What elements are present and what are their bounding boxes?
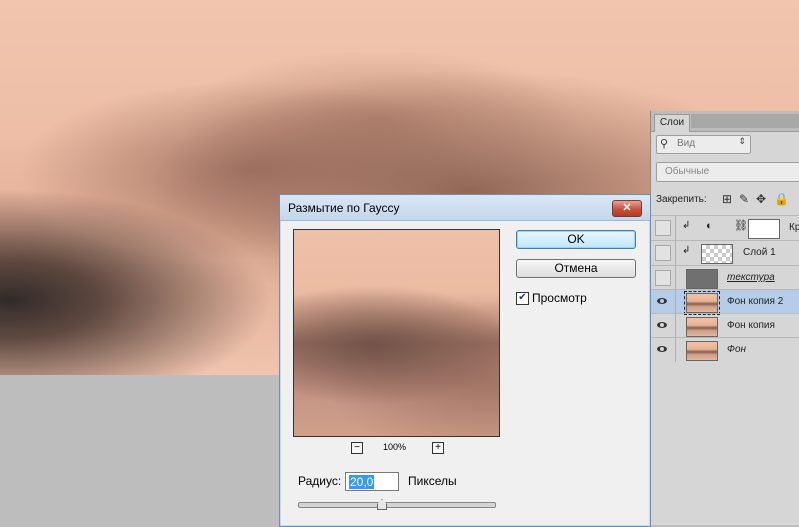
radius-slider[interactable] [298, 499, 496, 510]
visibility-toggle[interactable] [655, 270, 671, 286]
layer-name: Слой 1 [743, 247, 776, 258]
link-icon: ⛓ [734, 220, 748, 232]
gaussian-blur-dialog: Размытие по Гауссу ✕ − 100% + OK Отмена … [279, 194, 651, 527]
dialog-title: Размытие по Гауссу [288, 201, 400, 215]
layer-name: Фон копия 2 [727, 296, 784, 307]
layer-name: Фон [727, 344, 747, 355]
row-divider [675, 338, 676, 362]
tab-layers[interactable]: Слои [654, 114, 690, 132]
row-divider [675, 266, 676, 290]
radius-unit: Пикселы [408, 474, 457, 488]
blend-mode-select[interactable]: Обычные [656, 162, 799, 182]
updown-arrow-icon: ⇕ [738, 136, 746, 146]
dialog-titlebar[interactable]: Размытие по Гауссу ✕ [280, 195, 650, 221]
ok-button[interactable]: OK [516, 230, 636, 249]
adjustment-name: Кр [789, 222, 799, 233]
layer-name: Фон копия [727, 320, 775, 331]
zoom-value: 100% [383, 442, 407, 452]
slider-thumb[interactable] [377, 499, 387, 510]
search-icon: ⚲ [660, 138, 669, 150]
layer-row[interactable]: текстура [651, 265, 799, 290]
row-divider [675, 241, 676, 265]
clip-arrow-icon: ↲ [682, 245, 691, 256]
visibility-toggle[interactable] [655, 245, 671, 261]
radius-input[interactable]: 20,0 [345, 472, 399, 491]
close-button[interactable]: ✕ [612, 200, 642, 217]
zoom-controls: − 100% + [293, 442, 498, 456]
layer-name: текстура [727, 272, 775, 283]
tab-strip [691, 114, 799, 128]
layers-panel: Слои ⚲ Вид ⇕ Обычные Закрепить: ⊞ ✎ ✥ 🔒 … [650, 111, 799, 525]
layer-row[interactable]: ↲ Слой 1 [651, 240, 799, 265]
preview-checkbox[interactable]: ✔ [516, 292, 529, 305]
layer-filter-select[interactable]: ⚲ Вид ⇕ [656, 135, 751, 154]
radius-label: Радиус: [298, 474, 342, 488]
preview-image[interactable] [293, 229, 500, 437]
lock-transparent-icon[interactable]: ⊞ [722, 192, 732, 206]
row-divider [675, 314, 676, 338]
layer-thumbnail [701, 244, 733, 264]
lock-move-icon[interactable]: ✥ [756, 192, 766, 206]
blend-mode-value: Обычные [665, 166, 710, 177]
layer-row[interactable]: Фон [651, 337, 799, 362]
layer-row-selected[interactable]: Фон копия 2 [651, 289, 799, 315]
layer-thumbnail [684, 291, 720, 315]
zoom-out-button[interactable]: − [351, 442, 363, 454]
lock-all-icon[interactable]: 🔒 [774, 192, 789, 206]
layer-thumbnail [686, 317, 718, 337]
adjustment-icon: ◐ [706, 220, 713, 232]
zoom-in-button[interactable]: + [432, 442, 444, 454]
visibility-toggle[interactable] [655, 220, 671, 236]
eye-icon[interactable] [655, 342, 669, 356]
row-divider [675, 216, 676, 240]
layer-thumbnail [686, 269, 718, 289]
radius-value: 20,0 [349, 475, 375, 489]
layer-row-adjustment[interactable]: ↲ ◐ ⛓ Кр [651, 215, 799, 240]
eye-icon[interactable] [655, 318, 669, 332]
layer-filter-label: Вид [677, 138, 696, 149]
eye-icon[interactable] [655, 294, 669, 308]
layers-tabbar: Слои [651, 111, 799, 132]
preview-label: Просмотр [532, 291, 587, 305]
clip-arrow-icon: ↲ [682, 220, 691, 231]
row-divider [675, 290, 676, 314]
lock-brush-icon[interactable]: ✎ [739, 192, 749, 206]
layer-thumbnail [686, 341, 718, 361]
lock-label: Закрепить: [656, 194, 707, 205]
layer-mask-thumb[interactable] [748, 219, 780, 239]
layer-row[interactable]: Фон копия [651, 313, 799, 338]
cancel-button[interactable]: Отмена [516, 259, 636, 278]
